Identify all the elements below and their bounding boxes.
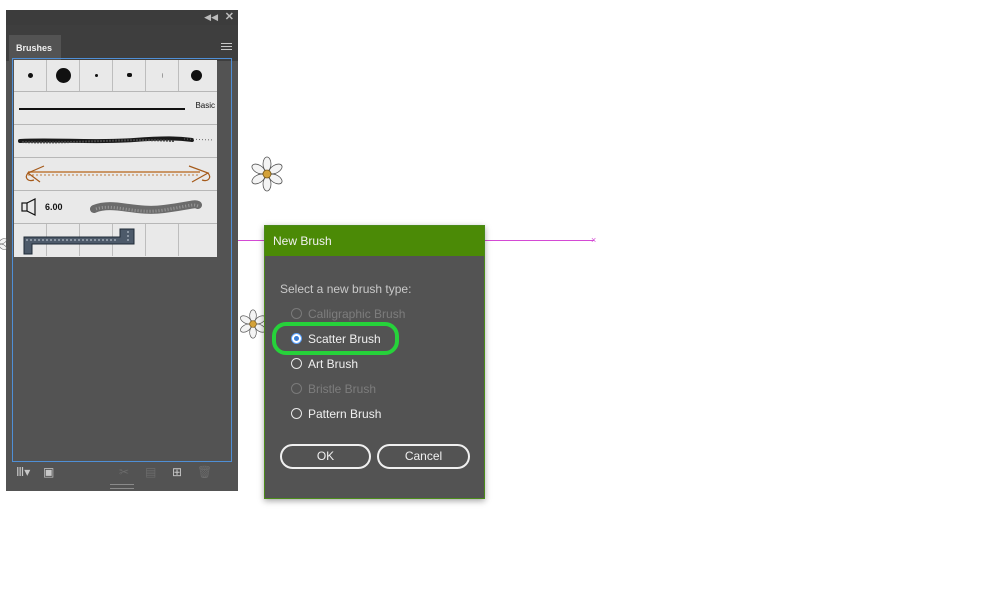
brush-row-basic[interactable]: Basic [14,92,217,125]
arrow-stroke-preview [25,165,211,183]
brush-row-arrow[interactable] [14,158,217,191]
brush-swatch[interactable] [14,60,47,91]
brush-swatch[interactable] [146,60,179,91]
option-label: Pattern Brush [308,407,382,421]
panel-resize-grip[interactable] [110,484,134,489]
panel-title-bar: ◀◀ ✕ [6,10,238,25]
brush-size-value: 6.00 [45,202,63,212]
charcoal-stroke-preview [18,136,215,144]
brush-row-charcoal[interactable] [14,125,217,158]
hamburger-menu-icon[interactable] [221,43,232,51]
close-icon[interactable]: ✕ [225,10,234,25]
delete-brush-icon[interactable]: 🗑 [197,465,212,479]
cancel-button[interactable]: Cancel [377,444,470,469]
option-label: Bristle Brush [308,382,377,396]
option-label: Calligraphic Brush [308,307,406,321]
radio-button[interactable] [291,308,302,319]
ok-button[interactable]: OK [280,444,371,469]
brush-swatch[interactable] [80,60,113,91]
brush-row-pattern[interactable] [14,224,217,257]
new-brush-dialog: New Brush Select a new brush type: Calli… [264,225,485,499]
new-brush-icon[interactable]: ⊞ [172,465,182,479]
brush-swatch[interactable] [47,60,80,91]
brush-options-icon[interactable]: ▤ [145,465,156,479]
basic-brush-label: Basic [195,101,215,110]
brush-swatch[interactable] [113,60,146,91]
brush-row-calligraphic [14,60,217,92]
dialog-prompt: Select a new brush type: [280,282,412,296]
path-endpoint-icon[interactable]: × [591,235,596,245]
scatter-brush-highlight [272,322,399,355]
pattern-stroke-preview [23,228,135,255]
library-panel-icon[interactable]: ▣ [43,465,54,479]
brushes-panel: ◀◀ ✕ Brushes Basic 6.00 Ⅲ▾ ▣ ✂ ▤ ⊞ 🗑 [6,10,238,491]
collapse-panel-icon[interactable]: ◀◀ [204,10,218,25]
radio-button[interactable] [291,408,302,419]
flower-artwork [0,238,7,250]
brush-libraries-icon[interactable]: Ⅲ▾ [16,465,30,479]
brush-swatch[interactable] [179,60,217,91]
radio-button[interactable] [291,358,302,369]
panel-tab-row: Brushes [6,25,238,61]
radio-button[interactable] [291,383,302,394]
brush-row-bristle[interactable]: 6.00 [14,191,217,224]
basic-stroke-preview [19,108,185,110]
brush-list: Basic 6.00 [12,58,232,462]
flower-artwork [251,156,283,192]
dialog-title: New Brush [265,226,484,256]
option-label: Art Brush [308,357,359,371]
remove-stroke-icon[interactable]: ✂ [119,465,129,479]
